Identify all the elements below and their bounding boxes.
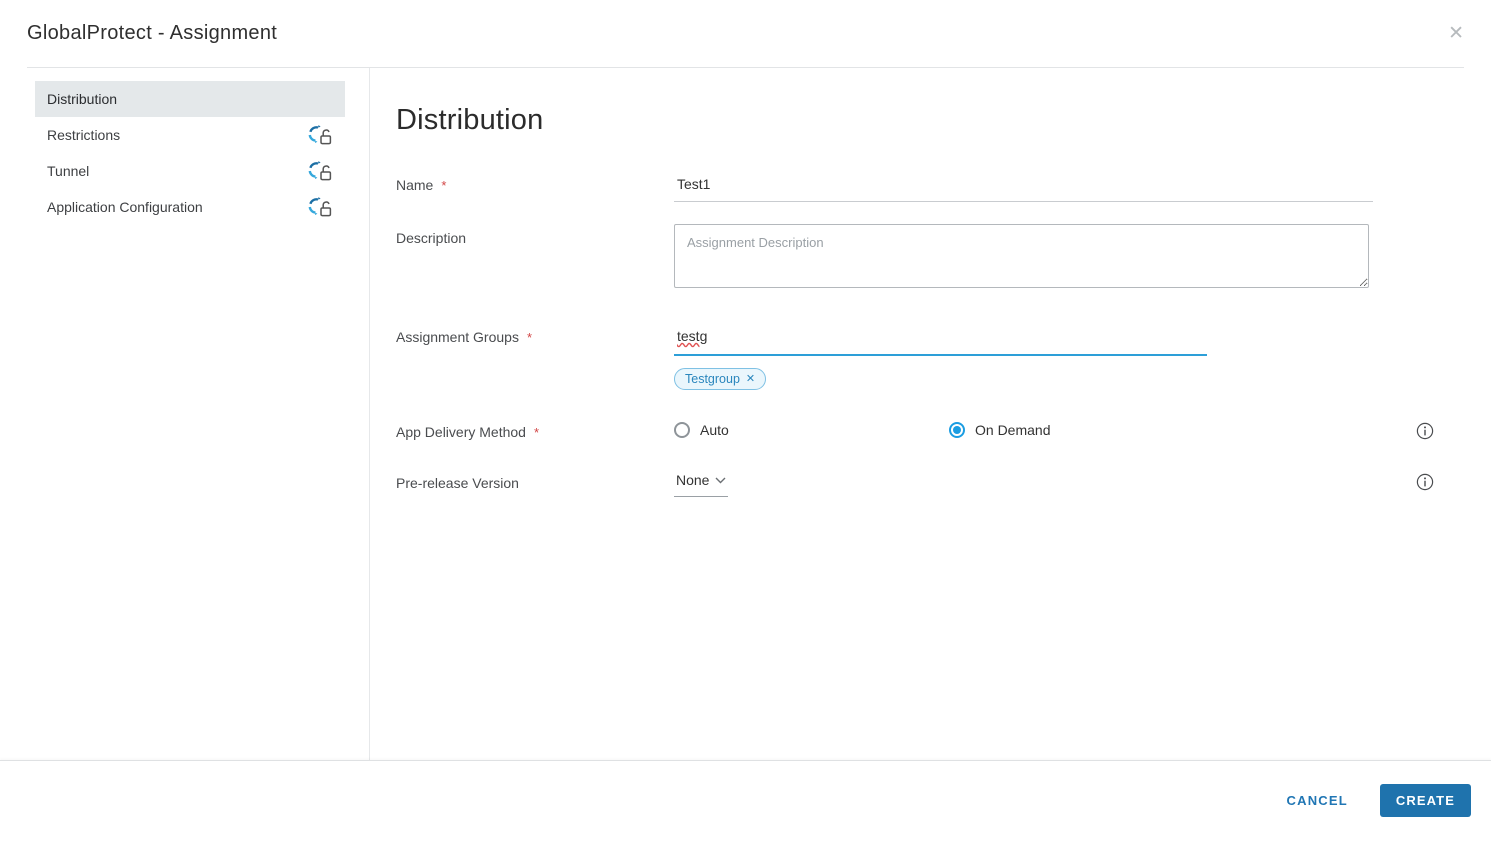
sync-unlocked-icon bbox=[307, 125, 333, 145]
name-label: Name * bbox=[396, 177, 447, 193]
page-title: Distribution bbox=[396, 104, 544, 136]
distribution-panel: Distribution Name* Description bbox=[370, 68, 1491, 760]
globalprotect-assignment-dialog: GlobalProtect - Assignment ✕ Distributio… bbox=[0, 0, 1491, 848]
sidebar-item-label: Distribution bbox=[47, 91, 118, 107]
description-label: Description bbox=[396, 230, 467, 246]
dialog-sidebar: Distribution Restrictions Tunnel Applica… bbox=[0, 68, 370, 760]
required-marker: * bbox=[526, 330, 533, 345]
sidebar-item-distribution[interactable]: Distribution bbox=[35, 81, 345, 117]
assignment-groups-input[interactable]: testg bbox=[674, 323, 1207, 356]
radio-option-auto[interactable]: Auto bbox=[674, 422, 949, 438]
radio-label: On Demand bbox=[975, 422, 1051, 438]
sidebar-item-application-configuration[interactable]: Application Configuration bbox=[35, 189, 345, 225]
prerelease-info-icon[interactable] bbox=[1416, 469, 1434, 496]
chip-label: Testgroup bbox=[685, 372, 740, 386]
required-marker: * bbox=[533, 425, 540, 440]
chip-remove-icon[interactable]: ✕ bbox=[746, 373, 755, 385]
sidebar-item-restrictions[interactable]: Restrictions bbox=[35, 117, 345, 153]
close-icon[interactable]: ✕ bbox=[1448, 24, 1464, 43]
sidebar-item-label: Tunnel bbox=[47, 163, 90, 179]
sidebar-item-tunnel[interactable]: Tunnel bbox=[35, 153, 345, 189]
dialog-title: GlobalProtect - Assignment bbox=[27, 22, 278, 44]
radio-option-on-demand[interactable]: On Demand bbox=[949, 422, 1050, 438]
radio-unselected-icon bbox=[674, 422, 690, 438]
chevron-down-icon bbox=[715, 471, 726, 489]
select-value: None bbox=[676, 472, 710, 488]
assignment-group-chip[interactable]: Testgroup ✕ bbox=[674, 368, 767, 390]
sidebar-item-label: Application Configuration bbox=[47, 199, 203, 215]
prerelease-version-label: Pre-release Version bbox=[396, 475, 519, 491]
sidebar-item-label: Restrictions bbox=[47, 127, 121, 143]
radio-label: Auto bbox=[700, 422, 729, 438]
description-textarea[interactable] bbox=[674, 224, 1369, 288]
assignment-groups-typed-text: testg bbox=[677, 328, 708, 344]
create-button[interactable]: CREATE bbox=[1379, 784, 1471, 817]
radio-selected-icon bbox=[949, 422, 965, 438]
app-delivery-info-icon[interactable] bbox=[1416, 418, 1434, 445]
sync-unlocked-icon bbox=[307, 197, 333, 217]
name-input[interactable] bbox=[674, 171, 1373, 202]
sync-unlocked-icon bbox=[307, 161, 333, 181]
assignment-groups-label: Assignment Groups * bbox=[396, 329, 533, 345]
dialog-footer: CANCEL CREATE bbox=[0, 760, 1491, 848]
app-delivery-method-label: App Delivery Method * bbox=[396, 424, 540, 440]
required-marker: * bbox=[441, 178, 447, 193]
prerelease-version-select[interactable]: None bbox=[674, 469, 729, 497]
dialog-header: GlobalProtect - Assignment ✕ bbox=[0, 0, 1491, 68]
cancel-button[interactable]: CANCEL bbox=[1281, 783, 1354, 818]
